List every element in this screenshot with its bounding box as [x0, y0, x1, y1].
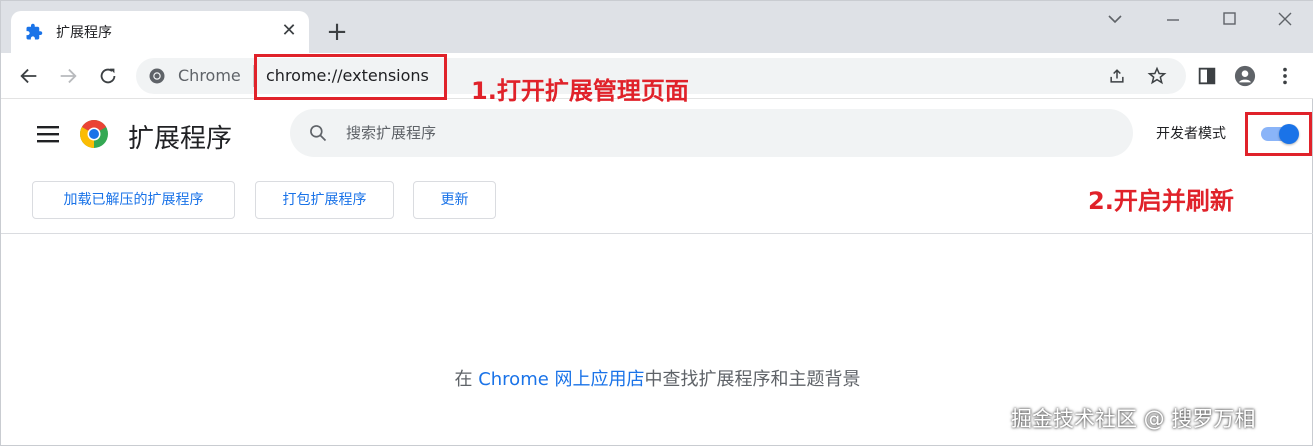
- developer-mode-label: 开发者模式: [1156, 126, 1226, 142]
- webstore-link[interactable]: Chrome 网上应用店: [478, 369, 644, 390]
- maximize-icon[interactable]: [1217, 9, 1241, 29]
- tab-title: 扩展程序: [56, 25, 112, 41]
- load-unpacked-button[interactable]: 加载已解压的扩展程序: [32, 181, 235, 219]
- search-icon: [310, 125, 327, 142]
- search-bar[interactable]: [290, 109, 1133, 157]
- annotation-step1: 1.打开扩展管理页面: [471, 77, 689, 105]
- kebab-menu-icon[interactable]: [1274, 65, 1296, 87]
- update-button[interactable]: 更新: [413, 181, 496, 219]
- side-panel-icon[interactable]: [1196, 65, 1218, 87]
- tab-search-chevron-icon[interactable]: [1103, 9, 1127, 29]
- browser-window: 扩展程序 ✕ + Chrome chrome://extensions 扩展程序…: [0, 0, 1313, 446]
- forward-arrow-icon[interactable]: [57, 65, 79, 87]
- bookmark-star-icon[interactable]: [1147, 66, 1167, 86]
- extensions-header: 扩展程序 开发者模式: [1, 99, 1313, 171]
- empty-state-message: 在 Chrome 网上应用店中查找扩展程序和主题背景: [1, 365, 1313, 391]
- search-input[interactable]: [346, 121, 1106, 145]
- pack-extension-button[interactable]: 打包扩展程序: [255, 181, 394, 219]
- annotation-box-url: [254, 54, 447, 100]
- reload-icon[interactable]: [97, 65, 119, 87]
- chrome-logo: [80, 120, 108, 148]
- tab-strip: 扩展程序 ✕ +: [1, 1, 1313, 53]
- empty-state-prefix: 在: [454, 369, 479, 390]
- chrome-logo-icon: [149, 68, 165, 84]
- minimize-icon[interactable]: [1161, 9, 1185, 29]
- share-icon[interactable]: [1107, 66, 1127, 86]
- puzzle-icon: [26, 23, 43, 40]
- new-tab-button[interactable]: +: [323, 19, 351, 47]
- tab-extensions[interactable]: 扩展程序 ✕: [11, 11, 309, 53]
- profile-avatar-icon[interactable]: [1234, 65, 1256, 87]
- tab-close-icon[interactable]: ✕: [279, 21, 299, 41]
- annotation-step2: 2.开启并刷新: [1088, 187, 1234, 215]
- page-title: 扩展程序: [128, 124, 233, 154]
- watermark: 掘金技术社区 @ 搜罗万相: [1011, 407, 1256, 431]
- omnibox-chip: Chrome: [178, 66, 241, 85]
- hamburger-menu-icon[interactable]: [37, 125, 59, 143]
- close-window-icon[interactable]: [1273, 9, 1297, 29]
- annotation-box-toggle: [1245, 112, 1312, 156]
- back-arrow-icon[interactable]: [18, 65, 40, 87]
- empty-state-suffix: 中查找扩展程序和主题背景: [644, 369, 861, 390]
